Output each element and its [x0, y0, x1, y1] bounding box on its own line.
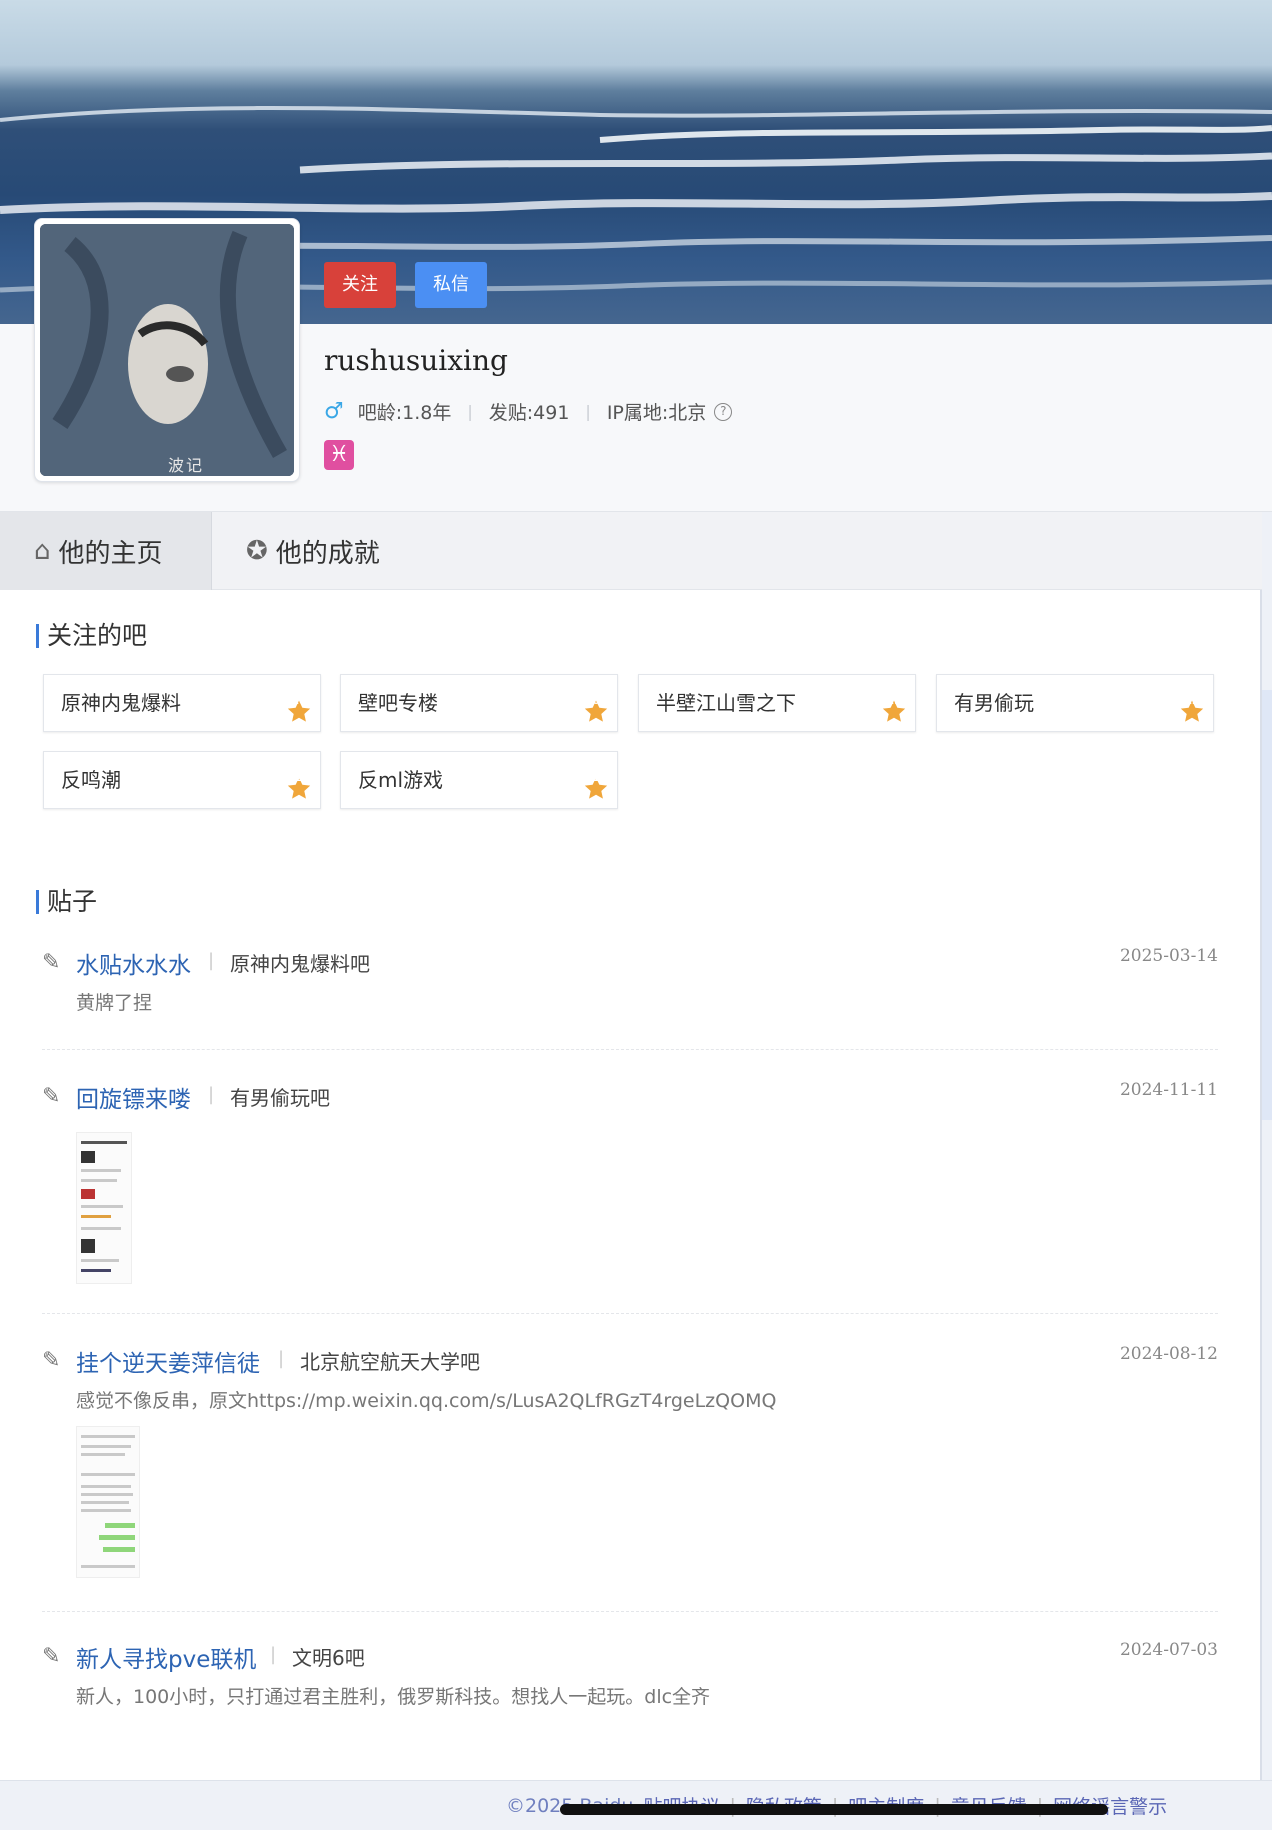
- level-star-icon: 1: [583, 767, 609, 799]
- title-separator: |: [208, 1084, 215, 1105]
- home-icon: ⌂: [34, 536, 51, 566]
- post-item: ✎ 挂个逆天姜萍信徒 | 北京航空航天大学吧 2024-08-12 感觉不像反串…: [42, 1344, 1218, 1612]
- edit-icon: ✎: [42, 1084, 61, 1109]
- tab-home[interactable]: ⌂ 他的主页: [0, 512, 212, 590]
- ip-location: IP属地:北京: [606, 402, 707, 424]
- title-separator: |: [278, 1348, 285, 1369]
- badge-icon: ✪: [246, 536, 268, 566]
- tab-achievements[interactable]: ✪ 他的成就: [212, 512, 414, 590]
- post-item: ✎ 新人寻找pve联机 | 文明6吧 2024-07-03 新人，100小时，只…: [42, 1640, 1218, 1750]
- forum-name: 壁吧专楼: [358, 691, 438, 715]
- post-thumbnail[interactable]: [76, 1132, 132, 1284]
- level-star-icon: 11: [881, 690, 907, 722]
- forum-age: 吧龄:1.8年: [357, 402, 452, 424]
- help-icon[interactable]: ?: [714, 402, 733, 421]
- avatar-illustration: [40, 224, 294, 476]
- forum-name: 原神内鬼爆料: [61, 691, 181, 715]
- level-number: 2: [295, 773, 303, 784]
- post-thumbnail[interactable]: [76, 1426, 140, 1578]
- level-star-icon: 6: [583, 690, 609, 722]
- forum-card[interactable]: 半壁江山雪之下 11: [638, 674, 916, 732]
- forum-card[interactable]: 反鸣潮 2: [43, 751, 321, 809]
- forum-name: 反ml游戏: [358, 768, 444, 792]
- forum-card[interactable]: 原神内鬼爆料 10: [43, 674, 321, 732]
- scrollbar-track[interactable]: [1262, 690, 1272, 1120]
- post-count: 发贴:491: [488, 402, 570, 424]
- zodiac-badge-icon: ♓: [324, 440, 354, 470]
- edit-icon: ✎: [42, 950, 61, 975]
- forum-card[interactable]: 有男偷玩 12: [936, 674, 1214, 732]
- avatar-caption: 波记: [168, 456, 205, 475]
- post-date: 2024-11-11: [1119, 1080, 1218, 1100]
- post-item: ✎ 回旋镖来喽 | 有男偷玩吧 2024-11-11: [42, 1080, 1218, 1314]
- post-forum-link[interactable]: 有男偷玩吧: [230, 1082, 330, 1111]
- post-excerpt: 黄牌了捏: [76, 992, 153, 1014]
- section-title-posts: 贴子: [36, 889, 97, 914]
- level-star-icon: 12: [1179, 690, 1205, 722]
- post-date: 2024-08-12: [1119, 1344, 1218, 1364]
- post-forum-link[interactable]: 原神内鬼爆料吧: [230, 948, 370, 977]
- title-separator: |: [270, 1644, 277, 1665]
- male-icon: ♂: [324, 399, 344, 424]
- post-excerpt: 感觉不像反串，原文https://mp.weixin.qq.com/s/LusA…: [76, 1390, 777, 1412]
- level-number: 10: [292, 696, 306, 707]
- meta-separator: |: [585, 402, 591, 421]
- avatar[interactable]: 波记: [34, 218, 300, 482]
- message-button[interactable]: 私信: [415, 262, 487, 308]
- avatar-image: 波记: [40, 224, 294, 476]
- meta-separator: |: [467, 402, 473, 421]
- level-number: 11: [887, 696, 901, 707]
- section-title-forums: 关注的吧: [36, 623, 147, 648]
- post-date: 2024-07-03: [1119, 1640, 1218, 1660]
- level-number: 6: [592, 696, 600, 707]
- post-item: ✎ 水贴水水水 | 原神内鬼爆料吧 2025-03-14 黄牌了捏: [42, 946, 1218, 1050]
- post-title-link[interactable]: 新人寻找pve联机: [76, 1640, 256, 1674]
- post-excerpt: 新人，100小时，只打通过君主胜利，俄罗斯科技。想找人一起玩。dlc全齐: [76, 1686, 711, 1708]
- forum-name: 有男偷玩: [954, 691, 1034, 715]
- follow-button[interactable]: 关注: [324, 262, 396, 308]
- title-separator: |: [208, 950, 215, 971]
- profile-tabs: ⌂ 他的主页 ✪ 他的成就: [0, 512, 1262, 590]
- forum-name: 半壁江山雪之下: [656, 691, 796, 715]
- forum-card[interactable]: 壁吧专楼 6: [340, 674, 618, 732]
- post-date: 2025-03-14: [1119, 946, 1218, 966]
- username: rushusuixing: [324, 344, 508, 377]
- edit-icon: ✎: [42, 1644, 61, 1669]
- level-number: 1: [592, 773, 600, 784]
- forum-card[interactable]: 反ml游戏 1: [340, 751, 618, 809]
- post-forum-link[interactable]: 文明6吧: [292, 1642, 365, 1671]
- home-indicator[interactable]: [560, 1804, 1108, 1815]
- level-number: 12: [1185, 696, 1199, 707]
- tab-label: 他的成就: [275, 538, 380, 569]
- forum-name: 反鸣潮: [61, 768, 121, 792]
- edit-icon: ✎: [42, 1348, 61, 1373]
- post-title-link[interactable]: 水贴水水水: [76, 946, 191, 980]
- level-star-icon: 10: [286, 690, 312, 722]
- post-forum-link[interactable]: 北京航空航天大学吧: [300, 1346, 480, 1375]
- post-title-link[interactable]: 挂个逆天姜萍信徒: [76, 1344, 260, 1378]
- level-star-icon: 2: [286, 767, 312, 799]
- profile-meta: ♂ 吧龄:1.8年 | 发贴:491 | IP属地:北京 ?: [324, 398, 733, 425]
- post-title-link[interactable]: 回旋镖来喽: [76, 1080, 191, 1114]
- tab-label: 他的主页: [58, 538, 163, 569]
